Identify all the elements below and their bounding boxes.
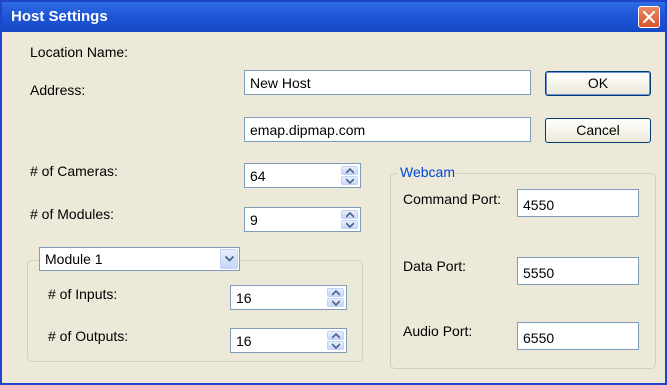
command-port-label: Command Port: (403, 191, 502, 207)
window-title: Host Settings (11, 8, 108, 25)
cameras-label: # of Cameras: (30, 163, 118, 179)
close-icon (643, 11, 655, 23)
host-settings-dialog: Host Settings Location Name: New Host Ad… (0, 0, 667, 385)
modules-stepper[interactable]: 9 (244, 207, 361, 232)
audio-port-label: Audio Port: (403, 323, 473, 339)
inputs-stepper[interactable]: 16 (230, 285, 347, 310)
title-bar[interactable]: Host Settings (2, 2, 665, 32)
inputs-value: 16 (236, 290, 252, 306)
module-dropdown-button[interactable] (220, 249, 238, 269)
outputs-value: 16 (236, 333, 252, 349)
cameras-down-button[interactable] (341, 176, 358, 185)
arrow-up-icon (346, 168, 354, 174)
location-name-label: Location Name: (30, 44, 129, 60)
address-label: Address: (30, 82, 86, 98)
arrow-down-icon (346, 222, 354, 228)
modules-value: 9 (250, 212, 258, 228)
arrow-down-icon (332, 343, 340, 349)
outputs-down-button[interactable] (327, 341, 344, 350)
webcam-legend: Webcam (398, 164, 457, 180)
ok-button[interactable]: OK (545, 71, 651, 96)
address-field[interactable]: emap.dipmap.com (244, 117, 531, 142)
outputs-stepper[interactable]: 16 (230, 328, 347, 353)
cancel-button[interactable]: Cancel (545, 118, 651, 143)
modules-down-button[interactable] (341, 220, 358, 229)
inputs-label: # of Inputs: (48, 286, 118, 302)
arrow-up-icon (332, 290, 340, 296)
command-port-field[interactable]: 4550 (517, 189, 639, 217)
outputs-spin[interactable] (327, 331, 344, 350)
inputs-spin[interactable] (327, 288, 344, 307)
arrow-down-icon (332, 300, 340, 306)
outputs-label: # of Outputs: (48, 328, 129, 344)
chevron-down-icon (225, 256, 234, 262)
module-select-value: Module 1 (45, 251, 103, 267)
close-button[interactable] (638, 6, 660, 28)
modules-label: # of Modules: (30, 206, 115, 222)
data-port-field[interactable]: 5550 (517, 257, 639, 285)
modules-up-button[interactable] (341, 210, 358, 219)
location-name-field[interactable]: New Host (244, 70, 531, 95)
cameras-stepper[interactable]: 64 (244, 163, 361, 188)
cameras-value: 64 (250, 168, 266, 184)
inputs-up-button[interactable] (327, 288, 344, 297)
arrow-up-icon (332, 333, 340, 339)
data-port-label: Data Port: (403, 258, 467, 274)
cameras-up-button[interactable] (341, 166, 358, 175)
arrow-down-icon (346, 178, 354, 184)
cameras-spin[interactable] (341, 166, 358, 185)
audio-port-field[interactable]: 6550 (517, 322, 639, 350)
inputs-down-button[interactable] (327, 298, 344, 307)
outputs-up-button[interactable] (327, 331, 344, 340)
modules-spin[interactable] (341, 210, 358, 229)
module-select[interactable]: Module 1 (39, 247, 240, 271)
arrow-up-icon (346, 212, 354, 218)
